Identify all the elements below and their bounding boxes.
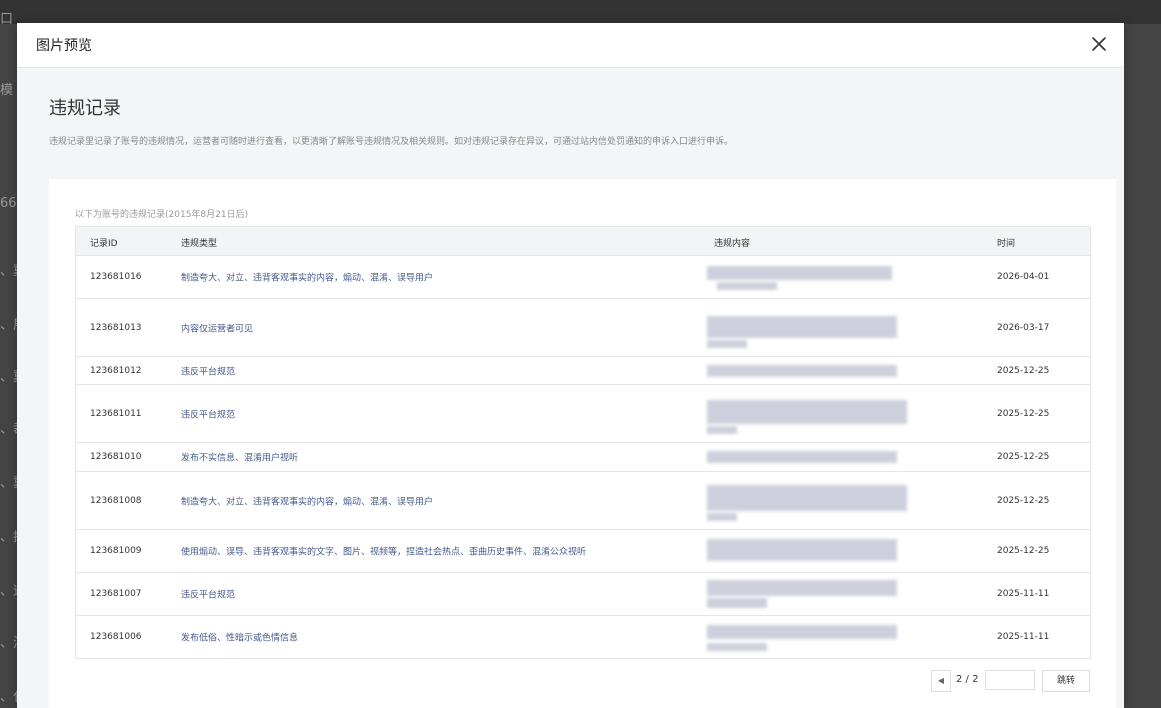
- record-id: 123681016: [90, 272, 142, 282]
- violation-type: 内容仅运营者可见: [181, 324, 254, 334]
- page-description: 违规记录里记录了账号的违规情况，运营者可随时进行查看，以更清晰了解账号违规情况及…: [49, 137, 734, 147]
- close-icon[interactable]: [1088, 33, 1110, 55]
- background-text: 模: [0, 83, 14, 98]
- column-header-content: 违规内容: [714, 239, 751, 249]
- page-indicator: 2 / 2: [956, 674, 979, 685]
- record-id: 123681012: [90, 365, 142, 376]
- column-header-time: 时间: [997, 239, 1016, 249]
- blurred-content: [707, 535, 907, 567]
- table-row: 123681012 违反平台规范 2025-12-25: [76, 357, 1090, 385]
- jump-button[interactable]: 跳转: [1042, 670, 1090, 692]
- blurred-content: [707, 262, 907, 292]
- violation-type: 发布低俗、性暗示或色情信息: [181, 633, 299, 644]
- record-id: 123681009: [90, 546, 142, 556]
- violation-time: 2025-11-11: [997, 632, 1050, 642]
- record-id: 123681013: [90, 322, 142, 333]
- table-caption: 以下为账号的违规记录(2015年8月21日后): [75, 210, 249, 220]
- blurred-content: [707, 479, 907, 523]
- violation-type: 制造夸大、对立、违背客观事实的内容，煽动、混淆、误导用户: [181, 497, 434, 507]
- violation-time: 2026-03-17: [997, 322, 1050, 333]
- caret-left-icon[interactable]: ◀: [931, 670, 951, 692]
- column-header-type: 违规类型: [181, 239, 218, 249]
- background-text: 口: [0, 12, 14, 27]
- violation-table: 记录ID 违规类型 违规内容 时间 123681016 制造夸大、对立、违背客观…: [75, 226, 1091, 659]
- violation-time: 2025-12-25: [997, 408, 1050, 419]
- blurred-content: [707, 621, 907, 653]
- modal-body: 违规记录 违规记录里记录了账号的违规情况，运营者可随时进行查看，以更清晰了解账号…: [17, 68, 1124, 708]
- table-row: 123681009 使用煽动、误导、违背客观事实的文字、图片、视频等，捏造社会热…: [76, 530, 1090, 573]
- violation-type: 违反平台规范: [181, 590, 236, 601]
- violation-card: 以下为账号的违规记录(2015年8月21日后) 记录ID 违规类型 违规内容 时…: [49, 179, 1116, 708]
- modal-title: 图片预览: [36, 38, 92, 54]
- table-row: 123681011 违反平台规范 2025-12-25: [76, 385, 1090, 443]
- record-id: 123681011: [90, 408, 142, 419]
- violation-type: 发布不实信息、混淆用户视听: [181, 453, 299, 464]
- record-id: 123681007: [90, 589, 142, 599]
- column-header-id: 记录ID: [90, 239, 118, 249]
- table-row: 123681016 制造夸大、对立、违背客观事实的内容，煽动、混淆、误导用户 2…: [76, 256, 1090, 299]
- violation-time: 2025-12-25: [997, 452, 1050, 462]
- violation-type: 违反平台规范: [181, 410, 236, 420]
- blurred-content: [707, 306, 907, 350]
- table-row: 123681010 发布不实信息、混淆用户视听 2025-12-25: [76, 443, 1090, 472]
- background-topbar: [0, 0, 1161, 24]
- record-id: 123681006: [90, 632, 142, 642]
- table-row: 123681008 制造夸大、对立、违背客观事实的内容，煽动、混淆、误导用户 2…: [76, 472, 1090, 530]
- violation-type: 制造夸大、对立、违背客观事实的内容，煽动、混淆、误导用户: [181, 273, 434, 284]
- modal-header: 图片预览: [17, 23, 1124, 68]
- record-id: 123681010: [90, 452, 142, 462]
- violation-type: 违反平台规范: [181, 367, 236, 377]
- violation-type: 使用煽动、误导、违背客观事实的文字、图片、视频等，捏造社会热点、歪曲历史事件、混…: [181, 547, 587, 558]
- record-id: 123681008: [90, 495, 142, 506]
- violation-time: 2026-04-01: [997, 272, 1050, 282]
- table-row: 123681007 违反平台规范 2025-11-11: [76, 573, 1090, 616]
- image-preview-modal: 图片预览 违规记录 违规记录里记录了账号的违规情况，运营者可随时进行查看，以更清…: [17, 23, 1124, 708]
- violation-time: 2025-12-25: [997, 546, 1050, 556]
- blurred-content: [707, 363, 907, 379]
- blurred-content: [707, 392, 907, 436]
- violation-time: 2025-11-11: [997, 589, 1050, 599]
- violation-time: 2025-12-25: [997, 495, 1050, 506]
- blurred-content: [707, 578, 907, 610]
- table-row: 123681013 内容仅运营者可见 2026-03-17: [76, 299, 1090, 357]
- page-jump-input[interactable]: [985, 670, 1035, 690]
- page-title: 违规记录: [49, 98, 121, 119]
- table-header: 记录ID 违规类型 违规内容 时间: [76, 227, 1090, 256]
- violation-time: 2025-12-25: [997, 365, 1050, 376]
- table-row: 123681006 发布低俗、性暗示或色情信息 2025-11-11: [76, 616, 1090, 658]
- blurred-content: [707, 449, 907, 465]
